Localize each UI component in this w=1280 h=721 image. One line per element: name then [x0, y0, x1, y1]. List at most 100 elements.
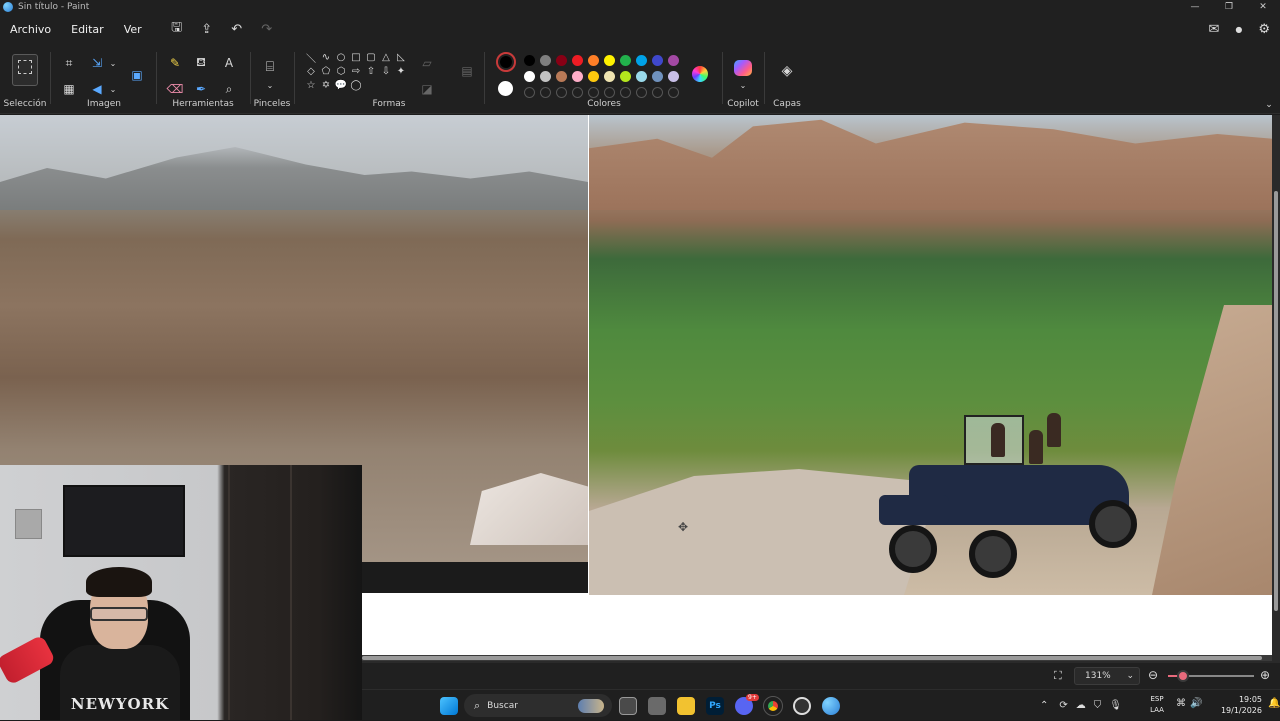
- chevron-up-icon[interactable]: ⌃: [1040, 700, 1048, 711]
- share-icon[interactable]: ⇪: [192, 22, 222, 37]
- palette-color[interactable]: [572, 71, 583, 82]
- zoom-in-icon[interactable]: ⊕: [1260, 668, 1270, 682]
- primary-color-swatch[interactable]: [496, 52, 516, 72]
- microphone-icon[interactable]: 🎙: [1109, 700, 1122, 711]
- palette-color[interactable]: [636, 71, 647, 82]
- account-icon[interactable]: ●: [1235, 25, 1242, 34]
- zoom-dropdown[interactable]: 131% ⌄: [1074, 667, 1140, 685]
- shape-option[interactable]: □: [349, 50, 363, 64]
- fit-to-window-icon[interactable]: ⛶: [1054, 669, 1062, 683]
- eraser-icon[interactable]: ⌫: [166, 80, 184, 98]
- edit-colors-icon[interactable]: [692, 66, 708, 82]
- maximize-button[interactable]: ❐: [1212, 2, 1246, 12]
- horizontal-scroll-thumb[interactable]: [362, 656, 1262, 660]
- color-picker-icon[interactable]: ✒: [192, 80, 210, 98]
- custom-color-slot[interactable]: [588, 87, 599, 98]
- chrome-icon[interactable]: [763, 696, 783, 716]
- custom-color-slot[interactable]: [604, 87, 615, 98]
- security-icon[interactable]: ⛉: [1094, 700, 1102, 711]
- pasted-image-vintage-car[interactable]: [589, 115, 1272, 595]
- shape-option[interactable]: ＼: [304, 50, 318, 65]
- custom-color-slot[interactable]: [652, 87, 663, 98]
- feedback-icon[interactable]: ✉: [1208, 22, 1219, 37]
- shape-option[interactable]: ◯: [349, 78, 363, 92]
- secondary-color-swatch[interactable]: [498, 81, 513, 96]
- palette-color[interactable]: [604, 71, 615, 82]
- menu-archivo[interactable]: Archivo: [10, 23, 51, 36]
- file-explorer-icon[interactable]: [677, 697, 695, 715]
- crop-icon[interactable]: ⌗: [60, 54, 78, 72]
- shape-option[interactable]: △: [379, 50, 393, 64]
- palette-color[interactable]: [636, 55, 647, 66]
- shape-option[interactable]: 💬: [334, 78, 348, 92]
- shape-option[interactable]: ∿: [319, 50, 333, 64]
- photoshop-icon[interactable]: Ps: [706, 697, 724, 715]
- custom-color-slot[interactable]: [556, 87, 567, 98]
- palette-color[interactable]: [652, 71, 663, 82]
- pencil-icon[interactable]: ✎: [166, 54, 184, 72]
- shape-option[interactable]: ✦: [394, 64, 408, 78]
- cloud-icon[interactable]: ☁: [1076, 700, 1086, 711]
- settings-gear-icon[interactable]: ⚙: [1258, 22, 1270, 37]
- remove-background-icon[interactable]: ▦: [60, 80, 78, 98]
- volume-icon[interactable]: 🔊: [1190, 698, 1202, 709]
- collapse-ribbon-chevron-icon[interactable]: ⌄: [1260, 96, 1278, 114]
- notification-bell-icon[interactable]: 🔔: [1268, 698, 1280, 709]
- custom-color-slot[interactable]: [524, 87, 535, 98]
- copilot-icon[interactable]: [734, 60, 752, 76]
- close-button[interactable]: ✕: [1246, 2, 1280, 12]
- zoom-slider[interactable]: [1168, 670, 1254, 682]
- shape-option[interactable]: ⇨: [349, 64, 363, 78]
- image-select-icon[interactable]: ▣: [128, 66, 146, 84]
- shape-option[interactable]: ⬡: [334, 64, 348, 78]
- network-icon[interactable]: ⌘: [1176, 698, 1186, 709]
- task-view-icon[interactable]: [619, 697, 637, 715]
- shape-option[interactable]: ✡: [319, 78, 333, 92]
- horizontal-scrollbar[interactable]: [362, 655, 1272, 661]
- shape-option[interactable]: ○: [334, 50, 348, 64]
- language-indicator[interactable]: ESP LAA: [1144, 694, 1170, 716]
- palette-color[interactable]: [524, 71, 535, 82]
- menu-editar[interactable]: Editar: [71, 23, 104, 36]
- palette-color[interactable]: [668, 55, 679, 66]
- undo-icon[interactable]: ↶: [222, 22, 252, 37]
- shape-option[interactable]: ◺: [394, 50, 408, 64]
- palette-color[interactable]: [620, 71, 631, 82]
- chevron-down-icon[interactable]: ⌄: [104, 80, 122, 98]
- redo-icon[interactable]: ↷: [252, 22, 282, 37]
- paint-taskbar-icon[interactable]: [822, 697, 840, 715]
- shape-option[interactable]: ◇: [304, 64, 318, 78]
- palette-color[interactable]: [588, 55, 599, 66]
- palette-color[interactable]: [524, 55, 535, 66]
- layers-icon[interactable]: ◈: [778, 62, 796, 80]
- zoom-out-icon[interactable]: ⊖: [1148, 668, 1158, 682]
- shape-option[interactable]: ⇩: [379, 64, 393, 78]
- palette-color[interactable]: [588, 71, 599, 82]
- zoom-slider-knob[interactable]: [1177, 670, 1190, 682]
- system-clock[interactable]: 19:05 19/1/2026: [1202, 694, 1262, 716]
- tray-app-icon[interactable]: ⟳: [1059, 700, 1067, 711]
- palette-color[interactable]: [572, 55, 583, 66]
- shape-option[interactable]: ⇧: [364, 64, 378, 78]
- obs-icon[interactable]: [793, 697, 811, 715]
- selection-tool-button[interactable]: [12, 54, 38, 86]
- fill-icon[interactable]: ◪: [418, 80, 436, 98]
- palette-color[interactable]: [540, 55, 551, 66]
- custom-color-slot[interactable]: [572, 87, 583, 98]
- brush-icon[interactable]: ⌸: [261, 58, 279, 76]
- menu-ver[interactable]: Ver: [124, 23, 142, 36]
- fill-bucket-icon[interactable]: ⛾: [192, 54, 210, 72]
- app-icon[interactable]: [648, 697, 666, 715]
- palette-color[interactable]: [620, 55, 631, 66]
- magnifier-icon[interactable]: ⌕: [220, 80, 238, 98]
- shape-option[interactable]: ⬠: [319, 64, 333, 78]
- custom-color-slot[interactable]: [540, 87, 551, 98]
- palette-color[interactable]: [556, 55, 567, 66]
- palette-color[interactable]: [540, 71, 551, 82]
- palette-color[interactable]: [604, 55, 615, 66]
- shape-option[interactable]: ▢: [364, 50, 378, 64]
- minimize-button[interactable]: —: [1178, 2, 1212, 12]
- taskbar-search[interactable]: ⌕ Buscar: [464, 694, 612, 717]
- outline-icon[interactable]: ▱: [418, 54, 436, 72]
- shape-size-icon[interactable]: ▤: [458, 62, 476, 80]
